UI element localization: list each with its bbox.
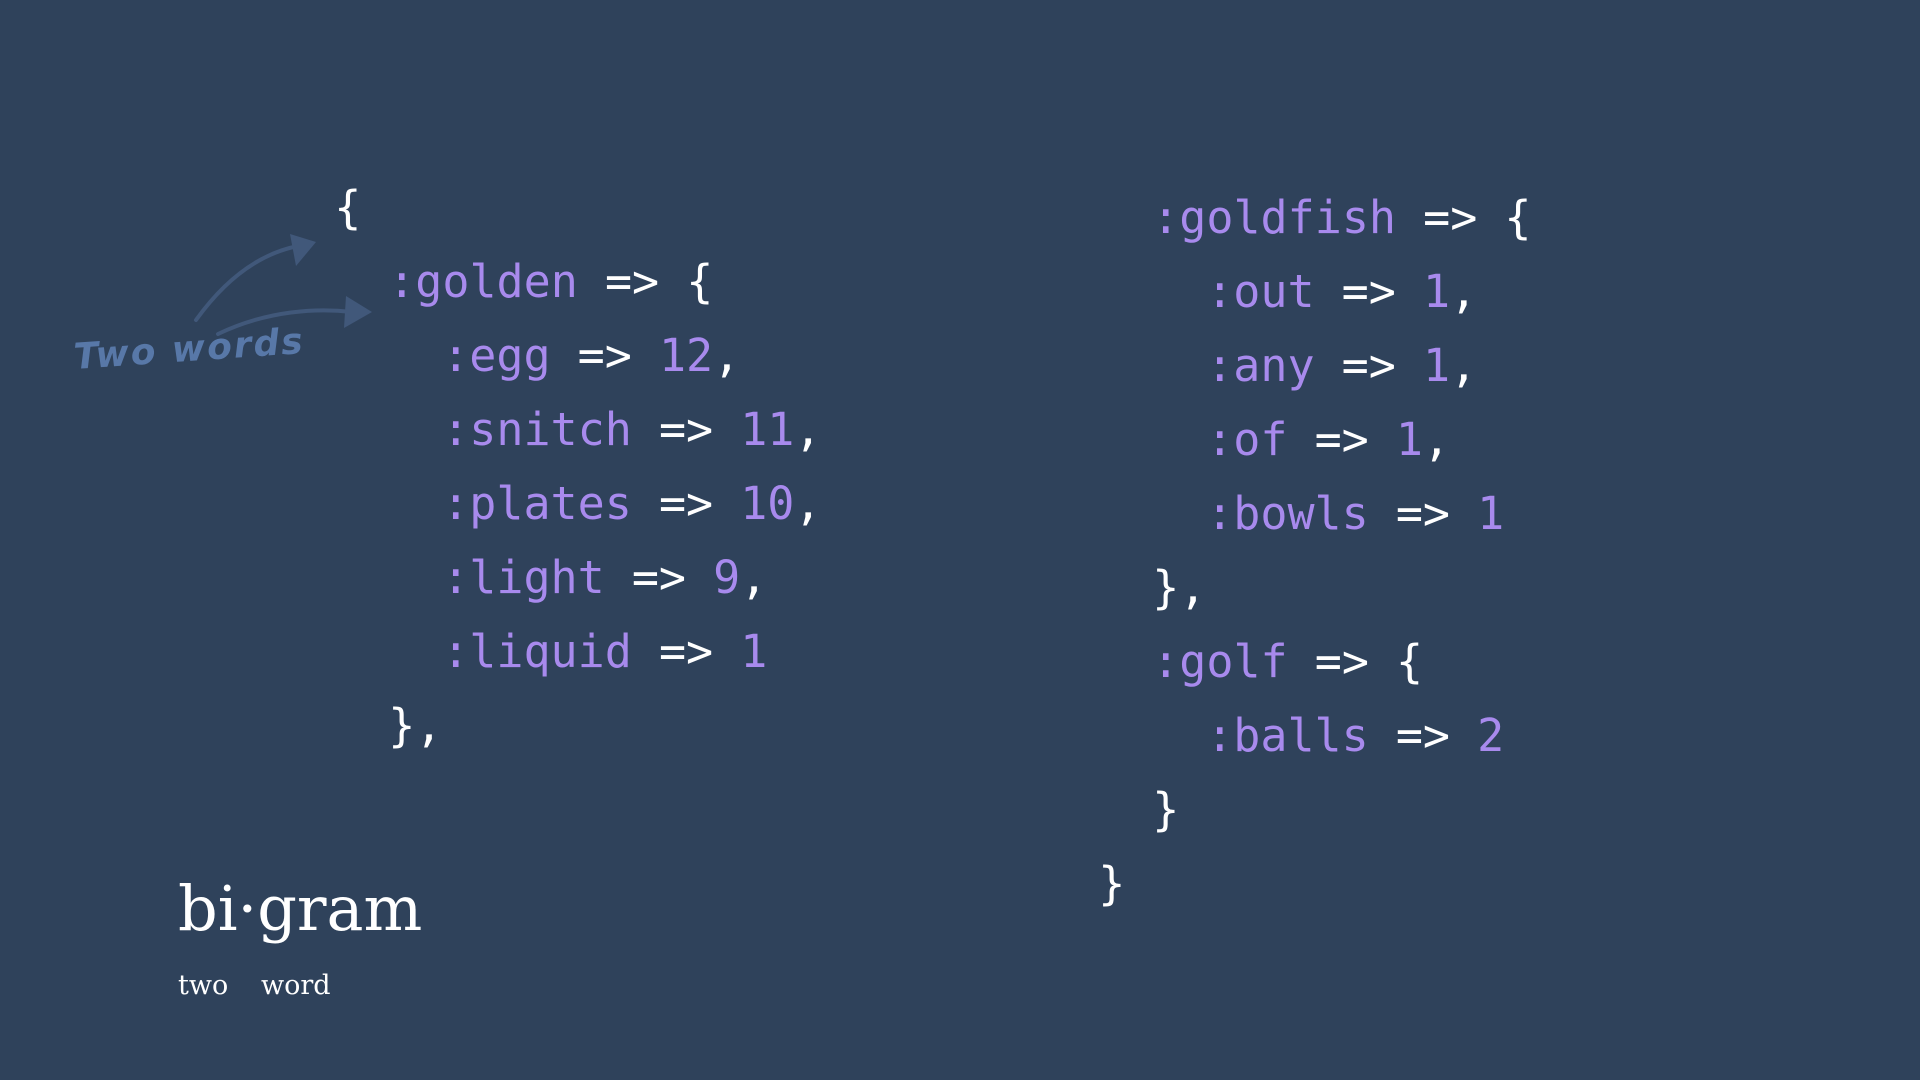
golden-close: }, [388, 699, 443, 752]
definition-word: bi·gram [178, 872, 423, 945]
annotation-two-words: Two words [72, 320, 306, 378]
code-entry-balls: :balls => 2 [1206, 709, 1505, 762]
code-entry-liquid: :liquid => 1 [442, 625, 768, 678]
outer-close-brace: } [1098, 857, 1126, 910]
definition-part-two: two [178, 970, 229, 1001]
arrow-to-golden-icon [194, 244, 300, 322]
definition-part-word: word [261, 970, 331, 1001]
